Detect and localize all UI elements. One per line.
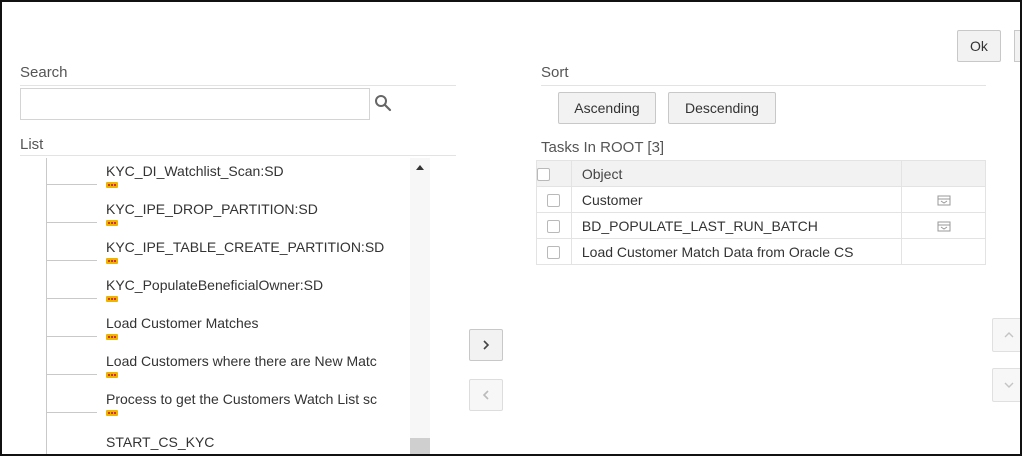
remove-from-selection-button[interactable] [469, 379, 503, 411]
row-action-cell [901, 238, 986, 265]
tree-item[interactable]: Load Customer Matches [20, 310, 410, 348]
move-up-button[interactable] [992, 318, 1020, 352]
tree-branch-line [47, 374, 97, 375]
add-to-selection-button[interactable] [469, 329, 503, 361]
tree-item[interactable]: START_CS_KYC [20, 424, 410, 454]
tree-item[interactable]: KYC_IPE_DROP_PARTITION:SD [20, 196, 410, 234]
chevron-right-icon [483, 340, 490, 350]
ok-button[interactable]: Ok [957, 30, 1001, 62]
tree-scrollbar[interactable] [410, 158, 430, 454]
row-checkbox-cell [536, 238, 572, 265]
task-tree: KYC_DI_Watchlist_Scan:SD KYC_IPE_DROP_PA… [20, 158, 432, 454]
object-column-header: Object [570, 160, 903, 187]
select-all-checkbox[interactable] [537, 168, 550, 182]
node-status-icon [106, 258, 118, 264]
table-row[interactable]: Customer [536, 186, 986, 213]
search-icon[interactable] [374, 94, 392, 112]
tree-item-label[interactable]: KYC_DI_Watchlist_Scan:SD [106, 163, 408, 179]
node-status-icon [106, 182, 118, 188]
row-action-cell [901, 186, 986, 213]
descending-button[interactable]: Descending [668, 92, 776, 124]
tree-item[interactable]: Process to get the Customers Watch List … [20, 386, 410, 424]
table-header-row: Object [536, 160, 986, 187]
table-row[interactable]: BD_POPULATE_LAST_RUN_BATCH [536, 212, 986, 239]
node-status-icon [106, 296, 118, 302]
node-status-icon [106, 220, 118, 226]
node-status-icon [106, 410, 118, 416]
tree-item-label[interactable]: KYC_IPE_TABLE_CREATE_PARTITION:SD [106, 239, 408, 255]
cancel-button[interactable] [1014, 30, 1020, 62]
tree-item-label[interactable]: Load Customer Matches [106, 315, 408, 331]
node-status-icon [106, 372, 118, 378]
chevron-up-icon [1004, 332, 1014, 338]
node-status-icon [106, 334, 118, 340]
row-checkbox-cell [536, 186, 572, 213]
tree-item-label[interactable]: KYC_IPE_DROP_PARTITION:SD [106, 201, 408, 217]
row-action-cell [901, 212, 986, 239]
row-checkbox[interactable] [547, 194, 561, 208]
object-cell: Customer [570, 186, 903, 213]
select-all-cell [536, 160, 572, 187]
tree-item[interactable]: KYC_PopulateBeneficialOwner:SD [20, 272, 410, 310]
tasks-title: Tasks In ROOT [3] [541, 139, 665, 156]
list-divider [20, 155, 456, 156]
chevron-left-icon [482, 390, 489, 400]
parameters-icon[interactable] [937, 221, 951, 232]
action-column-header [901, 160, 986, 187]
tree-branch-line [47, 298, 97, 299]
list-label: List [20, 136, 44, 153]
tree-item-label[interactable]: KYC_PopulateBeneficialOwner:SD [106, 277, 408, 293]
move-down-button[interactable] [992, 368, 1020, 402]
tree-branch-line [47, 260, 97, 261]
search-input[interactable] [20, 88, 370, 120]
object-cell: BD_POPULATE_LAST_RUN_BATCH [570, 212, 903, 239]
row-checkbox[interactable] [547, 246, 561, 260]
sort-label: Sort [541, 64, 569, 81]
tree-item-label[interactable]: Process to get the Customers Watch List … [106, 391, 408, 407]
chevron-down-icon [1004, 382, 1014, 388]
table-row[interactable]: Load Customer Match Data from Oracle CS [536, 238, 986, 265]
row-checkbox-cell [536, 212, 572, 239]
sort-divider [541, 85, 986, 86]
tree-branch-line [47, 412, 97, 413]
tree-branch-line [47, 184, 97, 185]
task-selector-dialog: Ok Search List KYC_DI_Watchlist_Scan:SD … [0, 0, 1022, 456]
parameters-icon[interactable] [937, 195, 951, 206]
tree-item-label[interactable]: Load Customers where there are New Matc [106, 353, 408, 369]
search-divider [20, 85, 456, 86]
tree-item[interactable]: KYC_DI_Watchlist_Scan:SD [20, 158, 410, 196]
tree-branch-line [47, 222, 97, 223]
tasks-table: Object Customer BD_POPULATE_LAST_RUN_BAT… [536, 160, 986, 265]
tree-item[interactable]: KYC_IPE_TABLE_CREATE_PARTITION:SD [20, 234, 410, 272]
object-cell: Load Customer Match Data from Oracle CS [570, 238, 903, 265]
search-label: Search [20, 64, 68, 81]
tree-item-label[interactable]: START_CS_KYC [106, 434, 408, 450]
tree-item[interactable]: Load Customers where there are New Matc [20, 348, 410, 386]
scroll-up-arrow-icon[interactable] [410, 158, 430, 178]
scrollbar-thumb[interactable] [410, 438, 430, 454]
ascending-button[interactable]: Ascending [558, 92, 656, 124]
row-checkbox[interactable] [547, 220, 561, 234]
tree-branch-line [47, 336, 97, 337]
